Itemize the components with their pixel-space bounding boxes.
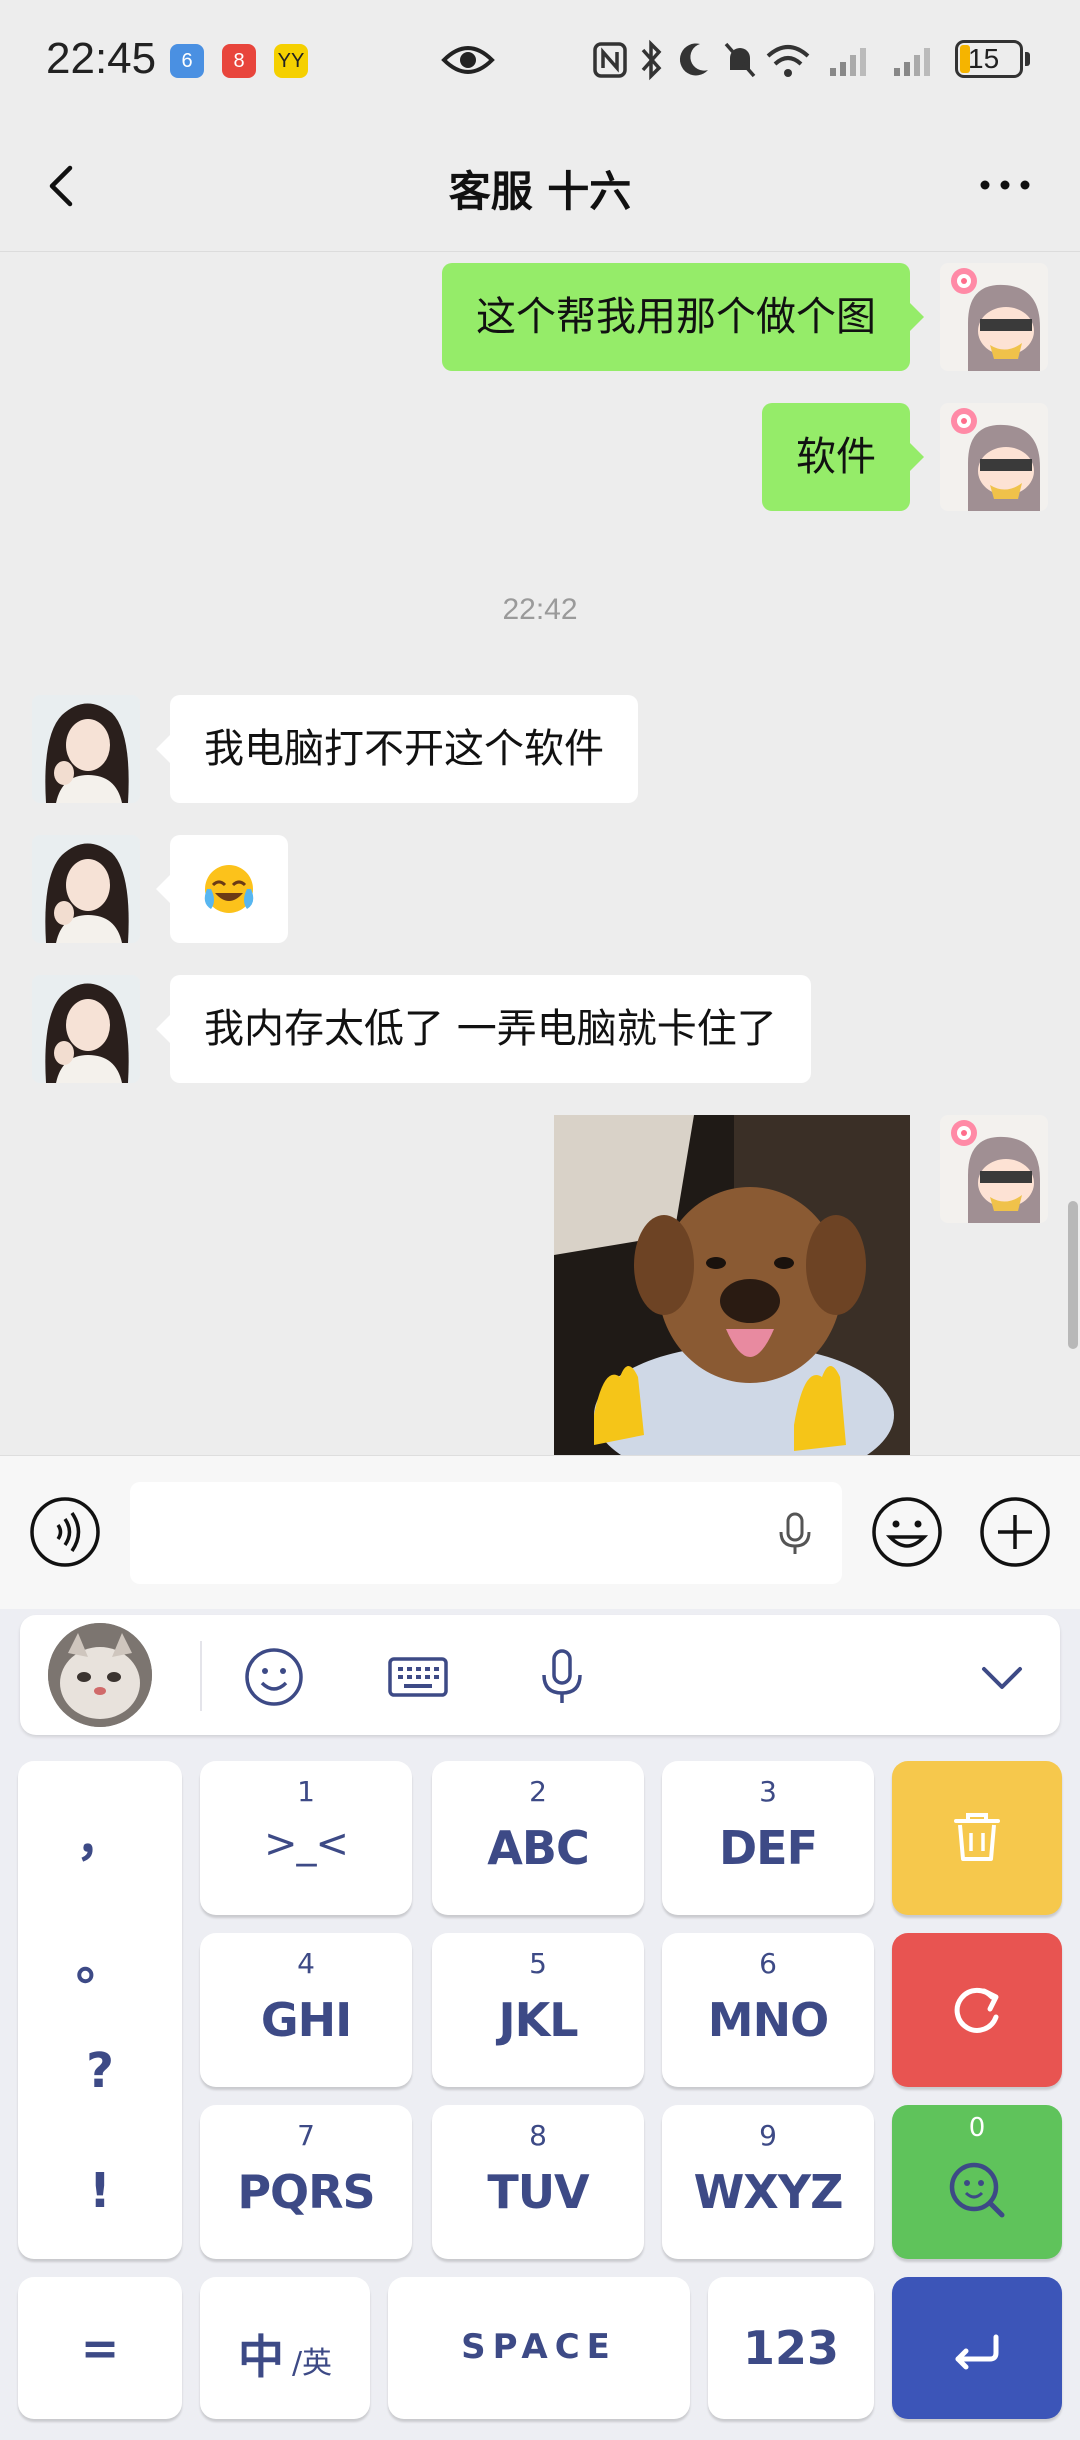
status-bar: 22:45 6 8 YY 15: [0, 0, 1080, 120]
input-bar: [0, 1455, 1080, 1609]
image-message[interactable]: [554, 1115, 910, 1455]
bluetooth-icon: [641, 39, 662, 81]
message-bubble[interactable]: 软件: [762, 403, 910, 511]
app-6-icon: 6: [170, 44, 204, 78]
exclamation-key[interactable]: !: [18, 2163, 182, 2219]
enter-key[interactable]: [892, 2277, 1062, 2419]
period-key[interactable]: 。: [18, 1923, 182, 1993]
key-5[interactable]: 5 JKL: [432, 1933, 644, 2087]
contact-avatar[interactable]: [32, 695, 140, 803]
keyboard-skin-avatar[interactable]: [48, 1623, 152, 1727]
message-input[interactable]: [130, 1482, 842, 1584]
equals-key[interactable]: =: [18, 2277, 182, 2419]
emoji-message-bubble[interactable]: [170, 835, 288, 943]
wifi-icon: [766, 45, 810, 77]
app-yy-icon: YY: [274, 44, 308, 78]
key-7[interactable]: 7 PQRS: [200, 2105, 412, 2259]
comma-key[interactable]: ，: [18, 1799, 182, 1869]
clear-key[interactable]: [892, 1761, 1062, 1915]
message-timestamp: 22:42: [502, 593, 578, 626]
my-avatar[interactable]: [940, 1115, 1048, 1223]
keyboard-icon[interactable]: [386, 1645, 450, 1709]
space-key[interactable]: SPACE: [388, 2277, 690, 2419]
keyboard-toolbar: [20, 1615, 1060, 1735]
page-title: 客服 十六: [448, 167, 632, 216]
crying-laughing-icon: [204, 865, 254, 913]
mute-icon: [724, 42, 756, 78]
add-icon[interactable]: [978, 1495, 1052, 1569]
key-1[interactable]: 1 >_<: [200, 1761, 412, 1915]
contact-avatar[interactable]: [32, 975, 140, 1083]
refresh-icon: [954, 1987, 999, 2033]
moon-icon: [679, 43, 708, 76]
question-key[interactable]: ?: [18, 2043, 182, 2099]
key-9[interactable]: 9 WXYZ: [662, 2105, 874, 2259]
reset-key[interactable]: [892, 1933, 1062, 2087]
language-switch-key[interactable]: 中/英: [200, 2277, 370, 2419]
punctuation-key-column[interactable]: ， 。 ? !: [18, 1761, 182, 2259]
emoji-icon[interactable]: [242, 1645, 306, 1709]
microphone-icon[interactable]: [770, 1508, 820, 1558]
emoji-icon[interactable]: [870, 1495, 944, 1569]
battery-level: 15: [968, 43, 1000, 74]
key-6[interactable]: 6 MNO: [662, 1933, 874, 2087]
voice-input-icon[interactable]: [28, 1495, 102, 1569]
keyboard: ， 。 ? ! 1 >_< 2 ABC 3 DEF 4 GHI 5 JKL 6 …: [0, 1609, 1080, 2440]
key-3[interactable]: 3 DEF: [662, 1761, 874, 1915]
key-4[interactable]: 4 GHI: [200, 1933, 412, 2087]
message-bubble[interactable]: 我电脑打不开这个软件: [170, 695, 638, 803]
status-time: 22:45: [46, 34, 157, 83]
enter-icon: [955, 2334, 999, 2370]
scrollbar[interactable]: [1068, 1201, 1078, 1349]
chat-area[interactable]: 这个帮我用那个做个图 软件 22:42 我电脑打不开这个软件 我内存太低了 一弄…: [0, 253, 1080, 1455]
search-count: 0: [968, 2113, 986, 2143]
key-8[interactable]: 8 TUV: [432, 2105, 644, 2259]
nfc-icon: [593, 42, 627, 78]
microphone-icon[interactable]: [530, 1645, 594, 1709]
chevron-down-icon[interactable]: [970, 1645, 1034, 1709]
my-avatar[interactable]: [940, 403, 1048, 511]
key-2[interactable]: 2 ABC: [432, 1761, 644, 1915]
numbers-key[interactable]: 123: [708, 2277, 874, 2419]
message-bubble[interactable]: 这个帮我用那个做个图: [442, 263, 910, 371]
eye-icon: [441, 46, 495, 74]
battery-icon: 15: [955, 40, 1023, 78]
app-8-icon: 8: [222, 44, 256, 78]
message-bubble[interactable]: 我内存太低了 一弄电脑就卡住了: [170, 975, 811, 1083]
signal-icon: [830, 48, 866, 76]
contact-avatar[interactable]: [32, 835, 140, 943]
trash-icon: [954, 1813, 1000, 1861]
chat-header: 客服 十六: [0, 120, 1080, 252]
signal-icon: [894, 48, 930, 76]
search-key[interactable]: 0: [892, 2105, 1062, 2259]
my-avatar[interactable]: [940, 263, 1048, 371]
more-icon[interactable]: [970, 160, 1040, 210]
